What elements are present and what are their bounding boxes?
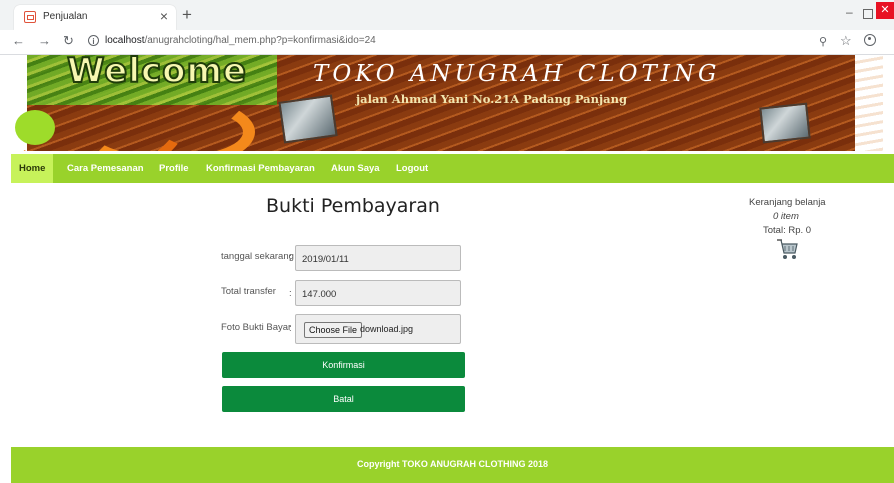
footer: Copyright TOKO ANUGRAH CLOTHING 2018 (11, 447, 894, 483)
welcome-text: Welcome (66, 55, 248, 92)
shop-title: TOKO ANUGRAH CLOTING (313, 61, 721, 87)
window-minimize-icon[interactable]: ‒ (846, 5, 853, 19)
forward-arrow-icon[interactable]: → (38, 33, 51, 48)
menu-item-profile[interactable]: Profile (159, 154, 189, 183)
zoom-icon[interactable]: ⚲ (819, 35, 827, 48)
tab-title: Penjualan (43, 11, 88, 22)
date-label: tanggal sekarang (221, 251, 294, 262)
transfer-field[interactable]: 147.000 (295, 280, 461, 306)
address-bar: ← → ↻ i localhost/anugrahcloting/hal_mem… (0, 30, 894, 55)
menu-item-konfirmasi-pembayaran[interactable]: Konfirmasi Pembayaran (206, 154, 315, 183)
menu-item-akun-saya[interactable]: Akun Saya (331, 154, 380, 183)
cart-title: Keranjang belanja (749, 197, 826, 208)
back-arrow-icon[interactable]: ← (12, 33, 25, 48)
cart-total: Total: Rp. 0 (763, 225, 812, 236)
site-info-icon[interactable]: i (88, 35, 99, 46)
shop-address: jalan Ahmad Yani No.21A Padang Panjang (356, 92, 628, 106)
reload-icon[interactable]: ↻ (63, 33, 74, 49)
menu-item-logout[interactable]: Logout (396, 154, 428, 183)
window-maximize-icon[interactable] (863, 9, 873, 19)
menu-item-home[interactable]: Home (11, 154, 54, 183)
page-title: Bukti Pembayaran (266, 195, 440, 217)
url-host: localhost (105, 35, 145, 46)
favicon-icon (24, 11, 36, 23)
new-tab-icon[interactable]: + (182, 5, 192, 25)
tab-close-icon[interactable]: × (160, 8, 168, 24)
file-name: download.jpg (360, 324, 414, 334)
account-icon[interactable] (864, 34, 876, 46)
browser-tab[interactable]: Penjualan × (14, 5, 176, 30)
window-close-icon[interactable]: ✕ (876, 2, 894, 19)
photo-label: Foto Bukti Bayar (221, 322, 292, 333)
copyright-text: Copyright TOKO ANUGRAH CLOTHING 2018 (356, 459, 548, 469)
colon: : (289, 252, 292, 263)
cart-items: 0 item (773, 211, 799, 222)
bookmark-star-icon[interactable]: ☆ (840, 33, 852, 49)
product-image (759, 102, 811, 144)
url-field[interactable]: localhost/anugrahcloting/hal_mem.php?p=k… (105, 35, 376, 46)
colon: : (289, 288, 292, 299)
header-banner: Welcome TOKO ANUGRAH CLOTING jalan Ahmad… (11, 55, 883, 151)
transfer-label: Total transfer (221, 286, 276, 297)
menu-item-cara-pemesanan[interactable]: Cara Pemesanan (67, 154, 144, 183)
browser-tab-bar: Penjualan × + ‒ ✕ (0, 0, 894, 30)
banner-edge (855, 55, 883, 151)
date-field[interactable]: 2019/01/11 (295, 245, 461, 271)
shopping-cart-icon[interactable] (775, 236, 799, 262)
url-path: /anugrahcloting/hal_mem.php?p=konfirmasi… (144, 35, 376, 46)
file-upload-field: Choose File download.jpg (295, 314, 461, 344)
product-image (278, 94, 338, 144)
colon: : (289, 323, 292, 334)
confirm-button[interactable]: Konfirmasi (222, 352, 465, 378)
main-menu: Home Cara Pemesanan Profile Konfirmasi P… (11, 154, 894, 183)
cancel-button[interactable]: Batal (222, 386, 465, 412)
choose-file-button[interactable]: Choose File (304, 322, 363, 338)
